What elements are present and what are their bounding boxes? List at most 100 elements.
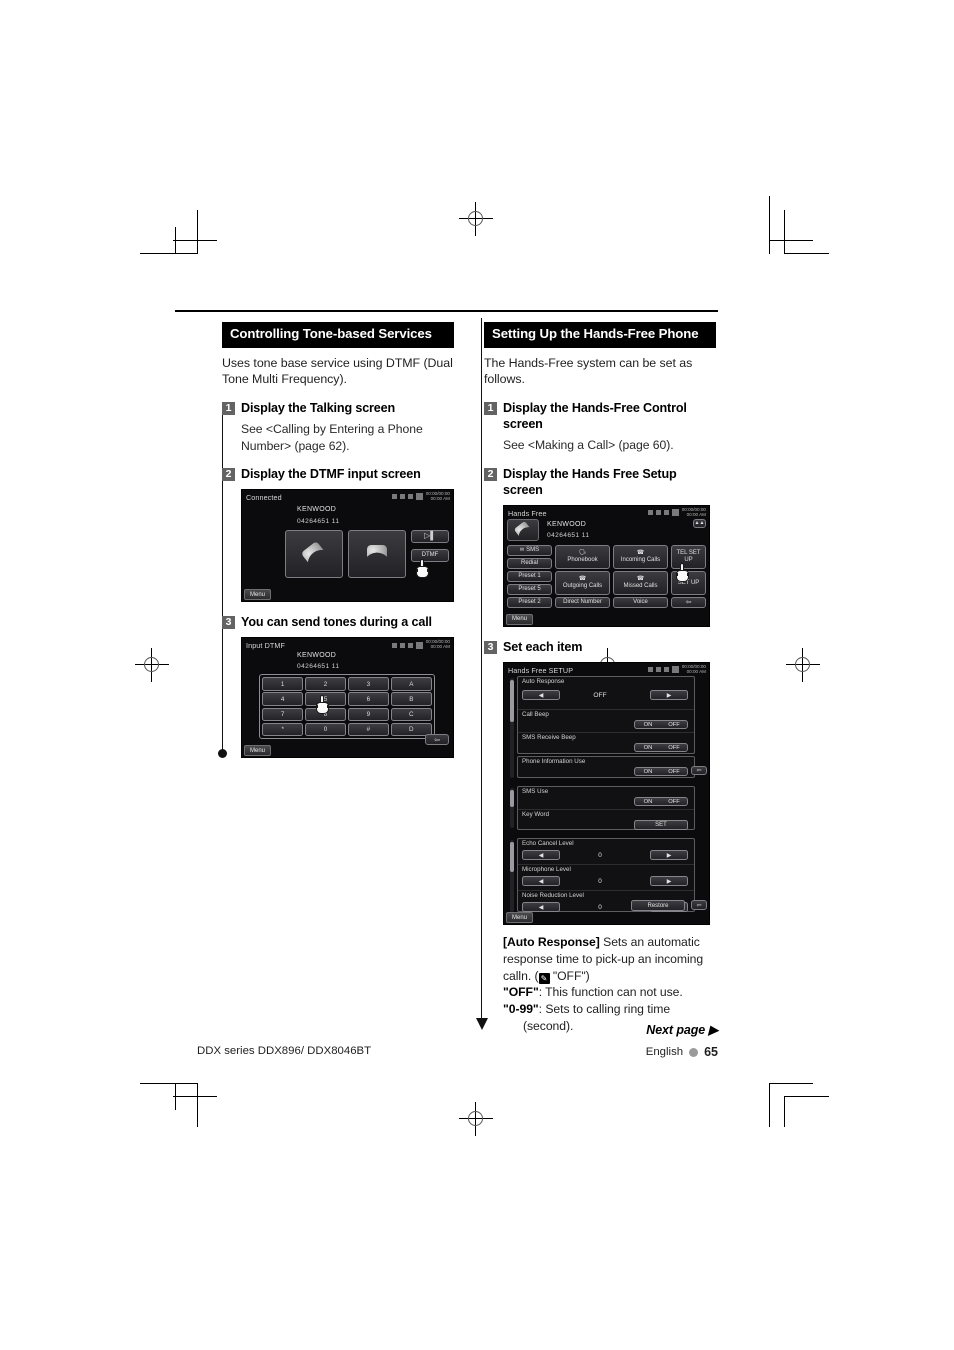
- flow-arrow-line: [481, 318, 483, 1021]
- disc-icon: [415, 641, 423, 649]
- pencil-icon: ✎: [538, 972, 550, 984]
- redial-button[interactable]: Redial: [507, 557, 552, 569]
- clock: 00:00/00:00 00:00 AM: [682, 507, 706, 518]
- back-button[interactable]: ⇦: [671, 596, 706, 608]
- tone-services-intro: Uses tone base service using DTMF (Dual …: [222, 355, 453, 387]
- toggle-off-label[interactable]: OFF: [661, 744, 687, 751]
- step-label: Display the Talking screen: [241, 400, 396, 415]
- menu-button[interactable]: Menu: [506, 912, 534, 923]
- touch-cursor-icon: [315, 695, 331, 715]
- toggle-on-label[interactable]: ON: [635, 721, 661, 728]
- setting-label: Auto Response: [522, 678, 565, 685]
- dtmf-key[interactable]: 0: [304, 722, 347, 737]
- back-arrow-icon: ⇦: [434, 736, 440, 744]
- dtmf-key[interactable]: 6: [347, 692, 390, 706]
- setting-key: [Auto Response]: [503, 935, 600, 949]
- menu-button[interactable]: Menu: [244, 589, 272, 601]
- screenshot-connected-screen: Connected 00:00/00:00 00:00 AM KENWOOD 0…: [241, 489, 454, 603]
- sms-button[interactable]: ✉ SMS: [507, 544, 552, 556]
- step-3-send-tones: 3 You can send tones during a call: [222, 614, 454, 630]
- dtmf-key[interactable]: 7: [262, 707, 304, 722]
- touch-cursor-icon: [675, 562, 691, 583]
- dtmf-key[interactable]: A: [390, 677, 432, 691]
- toggle-on-label[interactable]: ON: [635, 768, 661, 775]
- echo-cancel-increase-button[interactable]: ▶: [650, 850, 688, 860]
- dtmf-key[interactable]: 1: [262, 677, 304, 691]
- device-name: KENWOOD: [297, 652, 337, 660]
- screen-title: Connected: [246, 493, 282, 503]
- signal-strength-button[interactable]: ▲▲: [693, 518, 706, 528]
- step-1-talking-screen: 1 Display the Talking screen: [222, 400, 454, 416]
- sms-icon: ✉: [519, 546, 525, 553]
- incoming-calls-button[interactable]: ☎ Incoming Calls: [613, 544, 668, 569]
- dtmf-key[interactable]: 9: [347, 707, 390, 722]
- step-1-reference: See <Making a Call> (page 60).: [503, 438, 674, 453]
- sms-receive-beep-toggle[interactable]: ON OFF: [634, 743, 688, 752]
- auto-response-decrease-button[interactable]: ◀: [522, 690, 560, 700]
- volume-icon: ▷▌: [424, 531, 436, 541]
- back-button[interactable]: ⇦: [691, 900, 707, 910]
- answer-call-button[interactable]: [285, 530, 343, 579]
- footer-page-info: English 65: [646, 1045, 718, 1059]
- step-number-badge: 1: [484, 401, 497, 415]
- preset-5-button[interactable]: Preset 5: [507, 583, 552, 595]
- phone-information-use-toggle[interactable]: ON OFF: [634, 767, 688, 776]
- handsfree-intro: The Hands-Free system can be set as foll…: [484, 355, 693, 387]
- missed-calls-button[interactable]: ☎ Missed Calls: [613, 570, 668, 595]
- call-beep-toggle[interactable]: ON OFF: [634, 720, 688, 729]
- off-key: "OFF": [503, 985, 539, 1000]
- step-number-badge: 3: [222, 616, 235, 630]
- microphone-level-increase-button[interactable]: ▶: [650, 876, 688, 886]
- toggle-off-label[interactable]: OFF: [661, 768, 687, 775]
- sms-use-toggle[interactable]: ON OFF: [634, 797, 688, 806]
- back-button[interactable]: ⇦: [691, 766, 707, 775]
- outgoing-calls-label: Outgoing Calls: [562, 582, 603, 589]
- dtmf-key[interactable]: *: [262, 722, 304, 737]
- call-status-icon-button[interactable]: [507, 518, 539, 541]
- toggle-off-label[interactable]: OFF: [661, 798, 687, 805]
- preset-1-button[interactable]: Preset 1: [507, 570, 552, 582]
- step-2-dtmf-input-screen: 2 Display the DTMF input screen: [222, 466, 454, 482]
- handset-off-hook-icon: [297, 537, 331, 570]
- menu-button[interactable]: Menu: [244, 745, 272, 757]
- touch-cursor-icon: [415, 559, 431, 579]
- right-column: Setting Up the Hands-Free Phone The Hand…: [484, 322, 716, 1035]
- back-arrow-icon: ⇦: [685, 599, 692, 607]
- microphone-level-decrease-button[interactable]: ◀: [522, 876, 560, 886]
- volume-button[interactable]: ▷▌: [411, 530, 449, 544]
- preset-2-button[interactable]: Preset 2: [507, 596, 552, 608]
- antenna-icon: ▲▲: [694, 519, 705, 526]
- voice-button[interactable]: Voice: [613, 596, 668, 608]
- battery-icon: [663, 667, 669, 673]
- hangup-call-button[interactable]: [348, 530, 406, 579]
- dtmf-key[interactable]: 4: [262, 692, 304, 706]
- phonebook-button[interactable]: 🗣 Phonebook: [555, 544, 610, 569]
- device-name: KENWOOD: [297, 506, 337, 514]
- direct-number-button[interactable]: Direct Number: [555, 596, 610, 608]
- back-button[interactable]: ⇦: [425, 734, 449, 746]
- back-arrow-icon: ⇦: [696, 768, 702, 774]
- scrollbar-panel-2[interactable]: [510, 788, 514, 828]
- dtmf-key[interactable]: #: [347, 722, 390, 737]
- step-1-reference: See <Calling by Entering a Phone Number>…: [241, 422, 423, 453]
- disc-icon: [671, 666, 679, 674]
- echo-cancel-decrease-button[interactable]: ◀: [522, 850, 560, 860]
- toggle-on-label[interactable]: ON: [635, 744, 661, 751]
- scrollbar-panel-1[interactable]: [510, 678, 514, 778]
- missed-calls-label: Missed Calls: [623, 582, 658, 589]
- toggle-on-label[interactable]: ON: [635, 798, 661, 805]
- signal-icon: [391, 494, 397, 500]
- menu-button[interactable]: Menu: [506, 613, 534, 625]
- noise-reduction-decrease-button[interactable]: ◀: [522, 902, 560, 912]
- restore-button[interactable]: Restore: [631, 900, 685, 911]
- scrollbar-panel-3[interactable]: [510, 840, 514, 912]
- dtmf-key[interactable]: 3: [347, 677, 390, 691]
- outgoing-calls-button[interactable]: ☎ Outgoing Calls: [555, 570, 610, 595]
- dtmf-key[interactable]: 2: [304, 677, 347, 691]
- dtmf-key[interactable]: C: [390, 707, 432, 722]
- toggle-off-label[interactable]: OFF: [661, 721, 687, 728]
- handset-on-hook-icon: [364, 543, 390, 565]
- key-word-set-button[interactable]: SET: [634, 820, 688, 830]
- auto-response-increase-button[interactable]: ▶: [650, 690, 688, 700]
- dtmf-key[interactable]: B: [390, 692, 432, 706]
